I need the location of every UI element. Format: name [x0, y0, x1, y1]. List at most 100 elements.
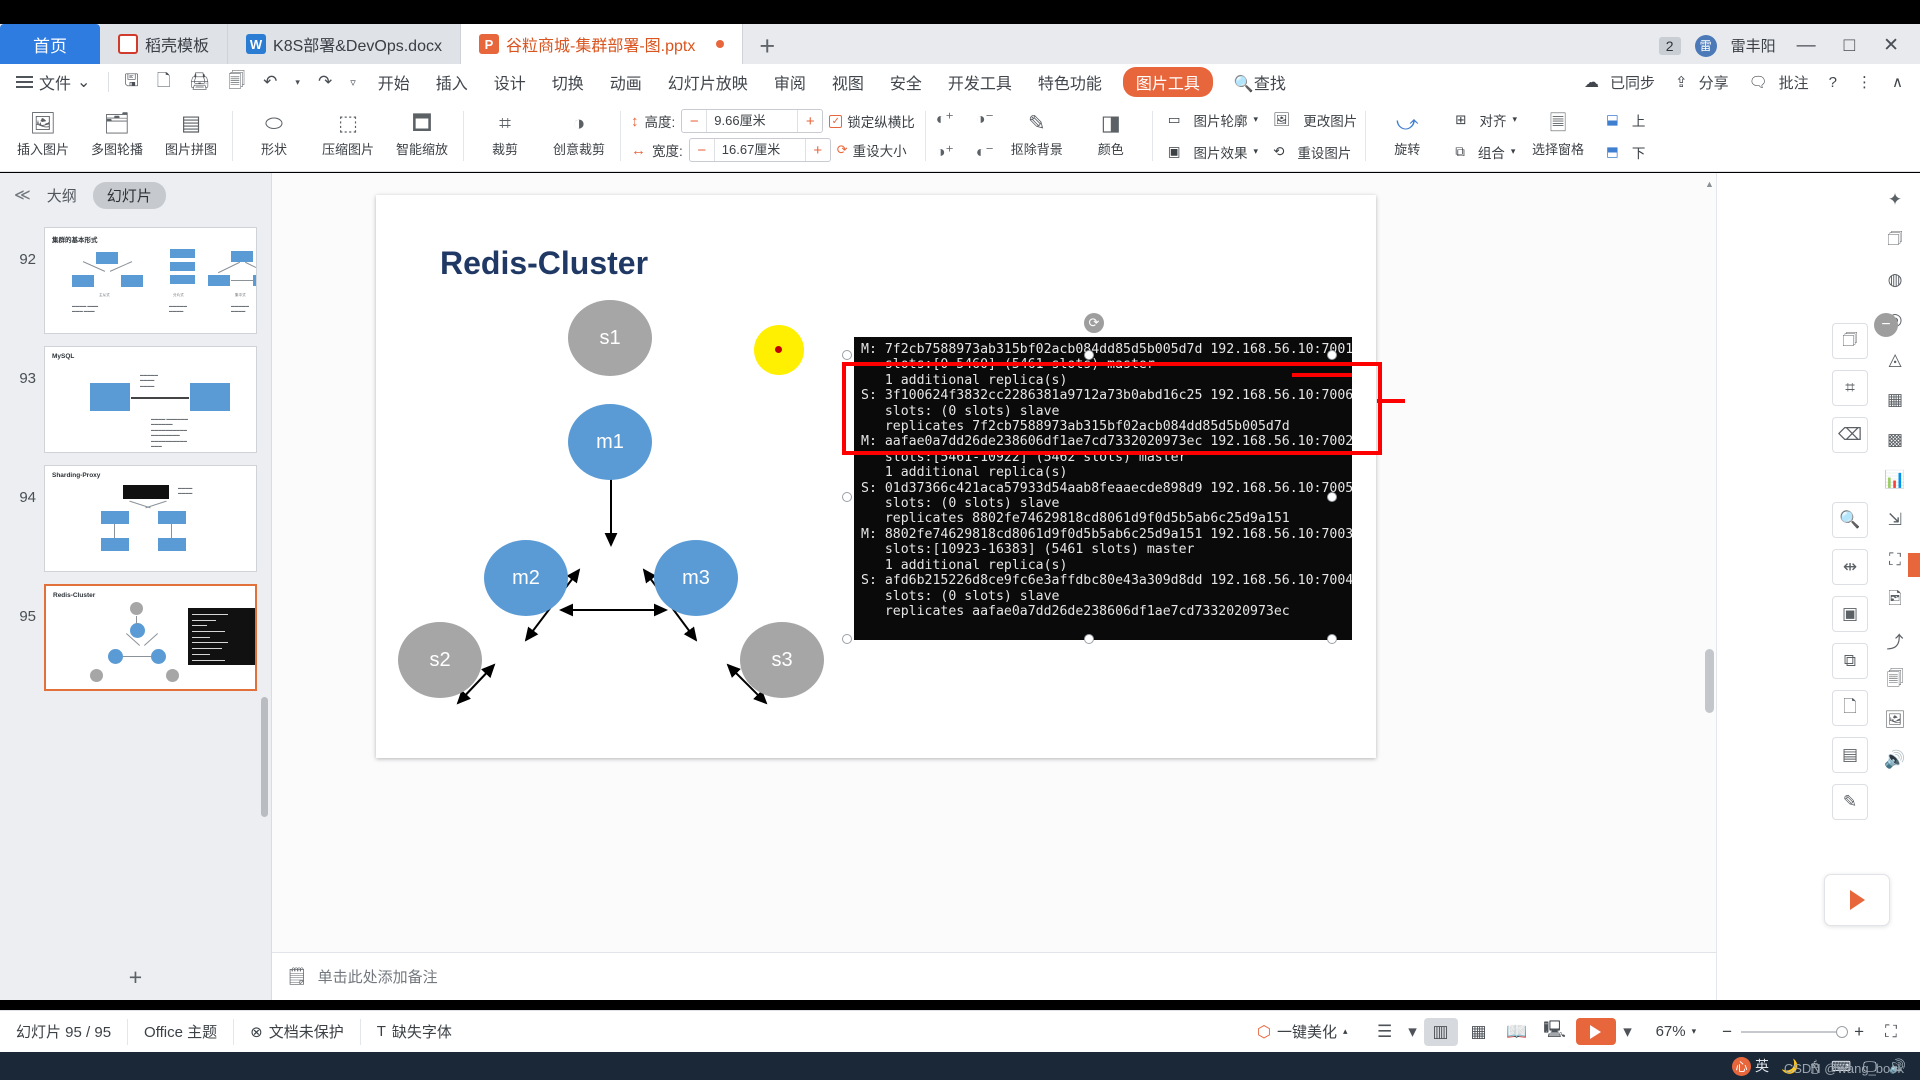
slide-sorter-button[interactable]: ▦ — [1462, 1018, 1496, 1046]
ribbon-insert-picture[interactable]: 🖼 插入图片 — [6, 102, 80, 170]
frame-float-icon[interactable]: ▣ — [1832, 596, 1868, 632]
save-icon[interactable]: 🖫 — [115, 68, 147, 97]
ribbon-crop[interactable]: ⌗ 裁剪 — [468, 102, 542, 170]
send-backward-row[interactable]: ⬒ 下 — [1599, 138, 1645, 166]
save-as-icon[interactable]: 🗋 — [148, 68, 180, 97]
avatar[interactable]: 雷 — [1694, 34, 1717, 57]
document-protection[interactable]: ⊗ 文档未保护 — [234, 1018, 361, 1045]
notes-pane[interactable]: 🗒 单击此处添加备注 — [272, 952, 1716, 1000]
presentation-preview-button[interactable] — [1824, 874, 1890, 926]
collapse-ribbon-icon[interactable]: ∧ — [1883, 73, 1912, 91]
group-row[interactable]: ⧉ 组合 ▾ — [1448, 138, 1517, 166]
customize-icon[interactable]: ▿ — [341, 76, 365, 89]
notes-placeholder[interactable]: 单击此处添加备注 — [318, 966, 438, 987]
node-s1[interactable]: s1 — [568, 300, 652, 376]
ribbon-selection-pane[interactable]: 🗏 选择窗格 — [1521, 102, 1595, 170]
picture-outline-row[interactable]: ▭ 图片轮廓 ▾ — [1161, 106, 1258, 134]
height-decrement-button[interactable]: − — [682, 113, 706, 130]
scroll-up-arrow-icon[interactable]: ▲ — [1705, 179, 1714, 189]
chevron-down-icon[interactable]: ▾ — [1254, 114, 1259, 125]
theme-label[interactable]: Office 主题 — [128, 1018, 235, 1045]
crop-float-icon[interactable]: ⌗ — [1832, 370, 1868, 406]
user-name[interactable]: 雷丰阳 — [1731, 35, 1776, 56]
height-increment-button[interactable]: + — [798, 113, 822, 130]
lock-aspect-ratio-checkbox[interactable]: ✓ 锁定纵横比 — [829, 111, 915, 131]
tab-word-doc[interactable]: W K8S部署&DevOps.docx — [228, 24, 461, 64]
width-stepper[interactable]: − 16.67厘米 + — [688, 138, 831, 162]
undo-icon[interactable]: ↶ — [254, 72, 286, 92]
menu-item-transition[interactable]: 切换 — [539, 70, 597, 94]
width-input[interactable]: 16.67厘米 — [713, 139, 806, 161]
change-picture-row[interactable]: 🖼 更改图片 — [1266, 106, 1357, 134]
selection-handle-mr[interactable] — [1327, 492, 1337, 502]
missing-font-status[interactable]: T 缺失字体 — [361, 1019, 468, 1045]
view-caret-icon[interactable]: ▾ — [1406, 1018, 1420, 1046]
menu-item-security[interactable]: 安全 — [877, 70, 935, 94]
slide-thumbnail[interactable]: 集群的基本形式 主从式 分片式 集中式 ▬▬▬▬ ▬▬▬ ▬▬▬ ▬▬▬ ▬▬▬… — [44, 227, 257, 334]
list-item[interactable]: 94 Sharding-Proxy ▬▬▬▬ ▬▬▬▬ — [0, 459, 271, 578]
ribbon-compress[interactable]: ⬚ 压缩图片 — [311, 102, 385, 170]
bring-forward-row[interactable]: ⬓ 上 — [1599, 106, 1645, 134]
add-slide-button[interactable]: + — [0, 954, 271, 1000]
fit-to-window-button[interactable]: ⛶ — [1874, 1018, 1908, 1046]
hide-panel-button[interactable]: − — [1874, 313, 1898, 337]
comment-icon[interactable]: 🗨 — [1740, 73, 1777, 91]
minimize-button[interactable]: — — [1790, 35, 1823, 57]
list-item[interactable]: 93 MySQL ▬▬▬▬▬ ▬▬▬▬ ▬▬▬▬ ▬▬▬▬ ▬▬▬▬▬▬ ▬▬▬▬▬▬… — [0, 340, 271, 459]
node-s3[interactable]: s3 — [740, 622, 824, 698]
align-row[interactable]: ⊞ 对齐 ▾ — [1448, 106, 1517, 134]
node-m2[interactable]: m2 — [484, 540, 568, 616]
slideshow-caret-icon[interactable]: ▾ — [1620, 1018, 1636, 1046]
zoom-float-icon[interactable]: 🔍 — [1832, 502, 1868, 538]
canvas-scroll-thumb[interactable] — [1705, 649, 1714, 713]
ribbon-color[interactable]: ◨ 颜色 — [1074, 102, 1148, 170]
slide-thumbnail[interactable]: MySQL ▬▬▬▬▬ ▬▬▬▬ ▬▬▬▬ ▬▬▬▬ ▬▬▬▬▬▬ ▬▬▬▬▬▬ ▬▬▬… — [44, 346, 257, 453]
start-slideshow-button[interactable] — [1575, 1018, 1616, 1045]
selection-handle-tl[interactable] — [842, 350, 852, 360]
menu-item-insert[interactable]: 插入 — [423, 70, 481, 94]
chevron-down-icon[interactable]: ▾ — [1254, 146, 1259, 157]
smart-tools-icon[interactable]: ✦ — [1878, 183, 1912, 217]
thumbnail-list[interactable]: 92 集群的基本形式 主从式 分片式 集中式 ▬▬▬▬ ▬▬▬ ▬▬▬ ▬▬▬ … — [0, 217, 271, 1000]
slide-thumbnail[interactable]: Sharding-Proxy ▬▬▬▬ ▬▬▬▬ — [44, 465, 257, 572]
terminal-screenshot[interactable]: M: 7f2cb7588973ab315bf02acb084dd85d5b005… — [854, 337, 1352, 640]
sync-status-label[interactable]: 已同步 — [1610, 72, 1664, 93]
chart-icon[interactable]: 📊 — [1878, 463, 1912, 497]
menu-item-start[interactable]: 开始 — [365, 70, 423, 94]
comment-label[interactable]: 批注 — [1779, 72, 1818, 93]
menu-item-review[interactable]: 审阅 — [761, 70, 819, 94]
outline-view-button[interactable]: ☰ — [1368, 1018, 1402, 1046]
thumbnail-scrollbar[interactable] — [261, 697, 268, 817]
menu-item-devtools[interactable]: 开发工具 — [935, 70, 1025, 94]
height-stepper[interactable]: − 9.66厘米 + — [681, 109, 824, 133]
grid-icon[interactable]: ▩ — [1878, 423, 1912, 457]
share-icon[interactable]: ⇪ — [1666, 73, 1697, 91]
width-decrement-button[interactable]: − — [690, 142, 714, 159]
tab-outline[interactable]: 大纲 — [47, 185, 77, 206]
ribbon-shape[interactable]: ⬭ 形状 — [237, 102, 311, 170]
triangle-icon[interactable]: ◬ — [1878, 343, 1912, 377]
search-button[interactable]: 🔍查找 — [1221, 70, 1299, 94]
ribbon-collage[interactable]: ▤ 图片拼图 — [154, 102, 228, 170]
undo-caret-icon[interactable]: ▾ — [286, 77, 309, 88]
close-button[interactable]: ✕ — [1876, 34, 1906, 57]
zoom-out-button[interactable]: − — [1722, 1022, 1732, 1042]
slide-surface[interactable]: Redis-Cluster s1 m1 m2 m3 s2 s3 M: 7f2cb… — [376, 195, 1376, 758]
selection-handle-br[interactable] — [1327, 634, 1337, 644]
new-tab-button[interactable]: + — [743, 28, 791, 64]
sound-icon[interactable]: 🔊 — [1878, 743, 1912, 777]
tab-slides[interactable]: 幻灯片 — [92, 181, 166, 209]
eraser-float-icon[interactable]: ⌫ — [1832, 417, 1868, 453]
ribbon-remove-background[interactable]: ✎ 抠除背景 — [1000, 102, 1074, 170]
table-icon[interactable]: ▦ — [1878, 383, 1912, 417]
contrast-increase-icon[interactable]: ◑⁺ — [930, 137, 960, 167]
list-item[interactable]: 95 Redis-Cluster ▬▬▬▬▬▬▬▬▬▬▬▬ ▬▬▬▬▬▬▬▬ ▬▬▬… — [0, 578, 271, 697]
redo-icon[interactable]: ↷ — [309, 72, 341, 92]
presenter-view-button[interactable]: 🖳 — [1538, 1018, 1572, 1046]
brightness-decrease-icon[interactable]: ◑⁻ — [970, 104, 1000, 134]
crop-rail-icon[interactable]: ⛶ — [1878, 543, 1912, 577]
tab-home[interactable]: 首页 — [0, 24, 100, 64]
menu-item-design[interactable]: 设计 — [481, 70, 539, 94]
brightness-increase-icon[interactable]: ◐⁺ — [930, 104, 960, 134]
canvas-scrollbar[interactable]: ▲ ▼ — [1705, 179, 1714, 994]
